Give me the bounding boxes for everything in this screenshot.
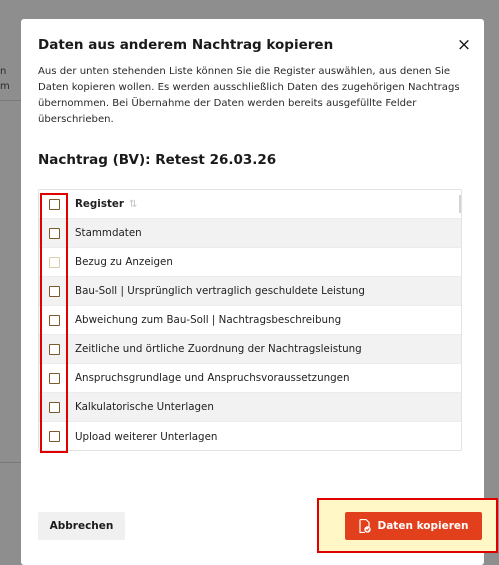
copy-button-label: Daten kopieren (377, 520, 469, 532)
table-row[interactable]: Bau-Soll | Ursprünglich vertraglich gesc… (39, 277, 461, 306)
row-checkbox[interactable] (49, 314, 60, 326)
select-all-checkbox[interactable] (49, 198, 60, 210)
table-row[interactable]: Bezug zu Anzeigen (39, 248, 461, 277)
background-text-fragment: n m (0, 66, 10, 92)
copy-data-dialog: Daten aus anderem Nachtrag kopieren × Au… (21, 19, 484, 565)
nachtrag-title: Nachtrag (BV): Retest 26.03.26 (38, 152, 277, 168)
sort-icon[interactable]: ⇅ (129, 199, 137, 210)
table-row[interactable]: Anspruchsgrundlage und Anspruchsvorausse… (39, 364, 461, 393)
table-header-row: Register ⇅ (39, 190, 461, 219)
register-name: Anspruchsgrundlage und Anspruchsvorausse… (75, 372, 350, 384)
register-name: Stammdaten (75, 227, 142, 239)
register-name: Bezug zu Anzeigen (75, 256, 173, 268)
column-resize-handle[interactable] (459, 195, 461, 213)
register-table: Register ⇅ Stammdaten Bezug zu Anzeigen B… (38, 189, 462, 451)
table-row[interactable]: Zeitliche und örtliche Zuordnung der Nac… (39, 335, 461, 364)
row-checkbox[interactable] (49, 431, 60, 442)
register-name: Abweichung zum Bau-Soll | Nachtragsbesch… (75, 314, 342, 326)
table-row[interactable]: Stammdaten (39, 219, 461, 248)
register-column-header[interactable]: Register ⇅ (75, 198, 137, 210)
close-icon[interactable]: × (454, 35, 474, 55)
table-row[interactable]: Kalkulatorische Unterlagen (39, 393, 461, 422)
row-checkbox[interactable] (49, 401, 60, 413)
register-name: Upload weiterer Unterlagen (75, 430, 218, 443)
register-name: Zeitliche und örtliche Zuordnung der Nac… (75, 343, 362, 355)
row-checkbox[interactable] (49, 256, 60, 268)
document-check-icon (358, 519, 371, 533)
dialog-description: Aus der unten stehenden Liste können Sie… (38, 66, 460, 125)
dialog-title: Daten aus anderem Nachtrag kopieren (38, 37, 334, 53)
background-divider (0, 100, 22, 101)
table-row[interactable]: Upload weiterer Unterlagen (39, 422, 461, 450)
row-checkbox[interactable] (49, 285, 60, 297)
register-name: Kalkulatorische Unterlagen (75, 401, 214, 413)
cancel-button[interactable]: Abbrechen (38, 512, 125, 540)
row-checkbox[interactable] (49, 227, 60, 239)
background-divider (0, 462, 22, 463)
copy-data-button[interactable]: Daten kopieren (345, 512, 482, 540)
table-row[interactable]: Abweichung zum Bau-Soll | Nachtragsbesch… (39, 306, 461, 335)
row-checkbox[interactable] (49, 372, 60, 384)
row-checkbox[interactable] (49, 343, 60, 355)
register-name: Bau-Soll | Ursprünglich vertraglich gesc… (75, 285, 365, 297)
